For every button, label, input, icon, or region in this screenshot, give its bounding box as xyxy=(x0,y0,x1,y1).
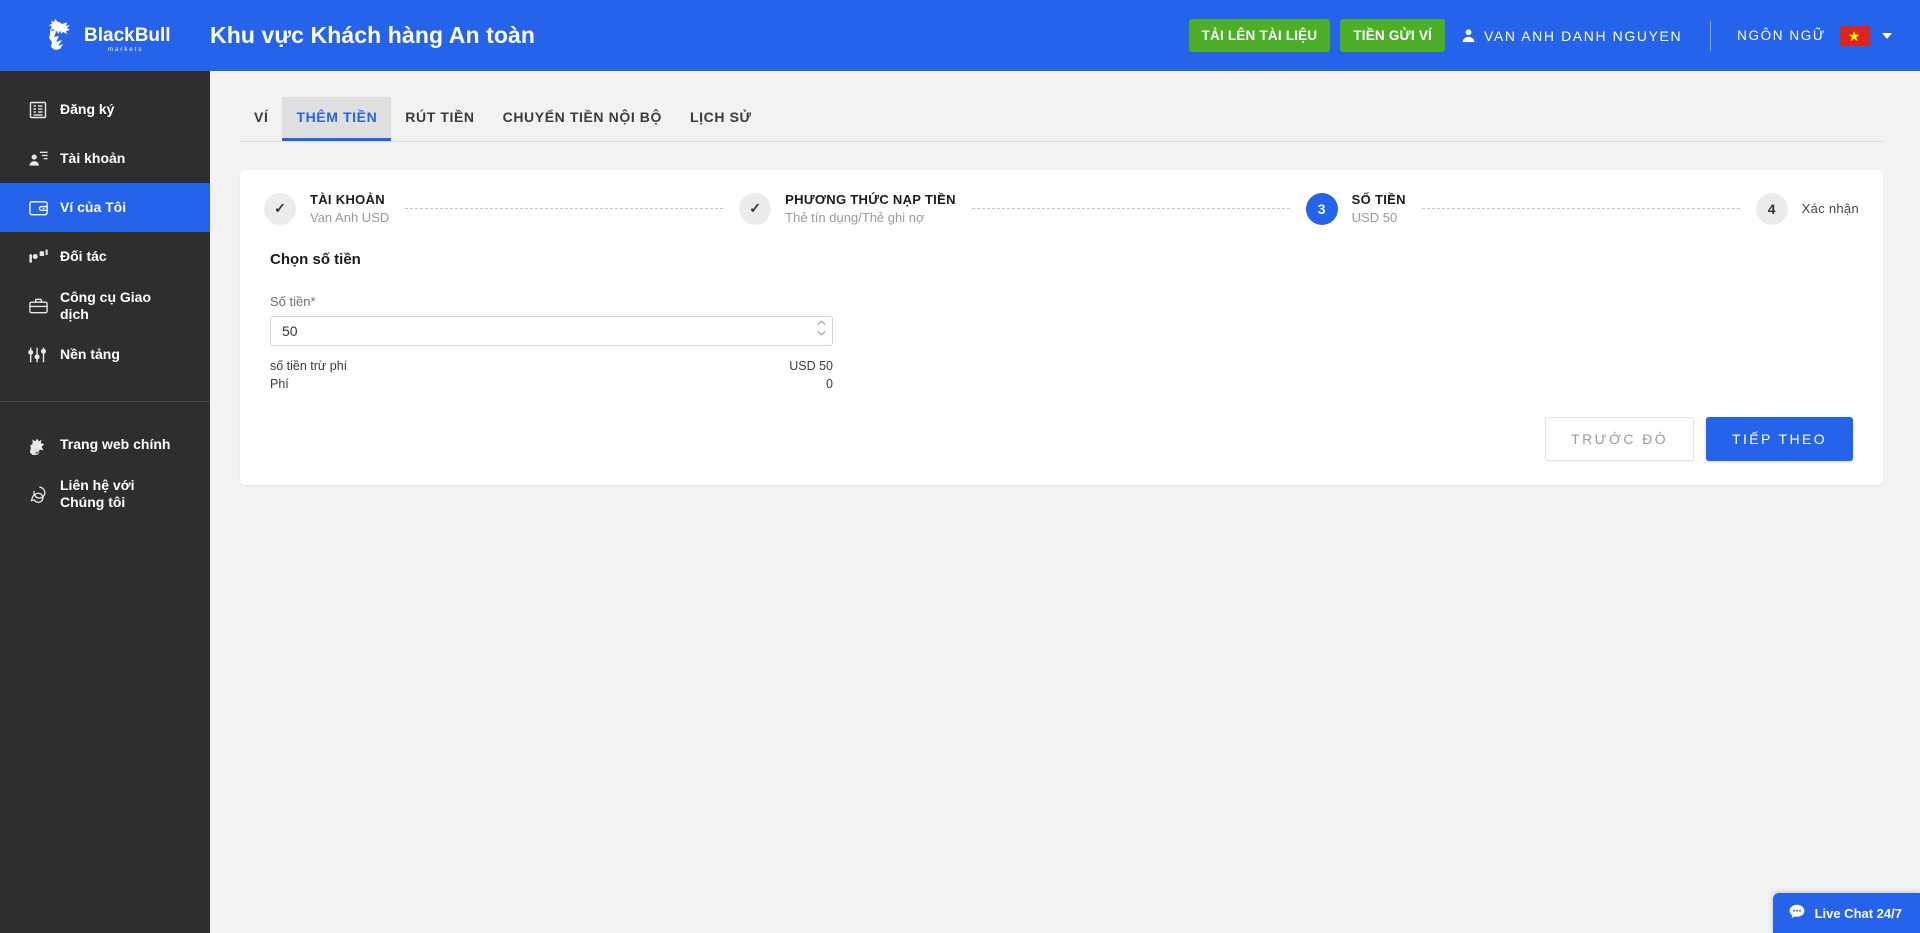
next-button[interactable]: TIẾP THEO xyxy=(1706,417,1853,461)
brand-logo[interactable]: BlackBull markets xyxy=(0,0,210,71)
upload-document-button[interactable]: TẢI LÊN TÀI LIỆU xyxy=(1188,19,1331,52)
chat-bubble-icon xyxy=(1789,904,1805,922)
tab-rut-tien[interactable]: RÚT TIỀN xyxy=(391,97,488,141)
wallet-icon xyxy=(16,198,60,218)
sidebar-item-nen-tang[interactable]: Nền tảng xyxy=(0,330,210,379)
step-marker: 4 xyxy=(1755,192,1788,225)
fee-row-label: Phí xyxy=(270,377,289,391)
step-marker: 3 xyxy=(1305,192,1338,225)
sidebar: Đăng ký Tài khoản Ví của Tôi Đối tác Côn… xyxy=(0,71,210,933)
header-actions: TẢI LÊN TÀI LIỆU TIỀN GỬI VÍ VAN ANH DAN… xyxy=(1188,0,1920,71)
tab-them-tien[interactable]: THÊM TIỀN xyxy=(282,97,392,141)
user-card-icon xyxy=(16,149,60,169)
sidebar-item-lien-he[interactable]: Liên hệ với Chúng tôi xyxy=(0,469,210,518)
fee-summary: số tiền trừ phí USD 50 Phí 0 xyxy=(270,357,833,393)
form-actions: TRƯỚC ĐÓ TIẾP THEO xyxy=(240,417,1883,461)
language-selector[interactable]: NGÔN NGỮ ★ xyxy=(1737,25,1892,46)
tab-chuyen-tien-noi-bo[interactable]: CHUYỂN TIỀN NỘI BỘ xyxy=(489,97,676,141)
sidebar-divider xyxy=(0,401,210,402)
fee-row-label: số tiền trừ phí xyxy=(270,359,348,373)
chevron-down-icon xyxy=(1882,32,1892,39)
live-chat-widget[interactable]: Live Chat 24/7 xyxy=(1772,893,1920,933)
fee-row-value: USD 50 xyxy=(789,359,833,373)
fee-row-value: 0 xyxy=(826,377,833,391)
main-content: VÍ THÊM TIỀN RÚT TIỀN CHUYỂN TIỀN NỘI BỘ… xyxy=(210,71,1920,933)
form-heading: Chọn số tiền xyxy=(270,251,361,268)
amount-field-label: Số tiền* xyxy=(270,294,316,309)
step-title: Xác nhận xyxy=(1801,201,1859,216)
chevron-up-icon xyxy=(817,320,826,326)
step-connector xyxy=(405,208,724,209)
amount-input[interactable] xyxy=(270,316,833,346)
fee-row: số tiền trừ phí USD 50 xyxy=(270,357,833,375)
sliders-icon xyxy=(16,345,60,365)
user-menu[interactable]: VAN ANH DANH NGUYEN xyxy=(1461,28,1682,44)
deposit-card: ✓ TÀI KHOẢN Van Anh USD ✓ PHƯƠNG THỨC NẠ… xyxy=(240,170,1883,485)
chevron-down-icon xyxy=(817,330,826,336)
step-3-so-tien[interactable]: 3 SỐ TIỀN USD 50 xyxy=(1305,192,1406,225)
step-title: PHƯƠNG THỨC NẠP TIỀN xyxy=(785,192,956,207)
amount-form: Chọn số tiền Số tiền* số tiền trừ phí US… xyxy=(240,251,1883,393)
step-marker: ✓ xyxy=(264,192,296,225)
step-subtitle: Van Anh USD xyxy=(310,210,390,225)
sidebar-item-doi-tac[interactable]: Đối tác xyxy=(0,232,210,281)
step-subtitle: USD 50 xyxy=(1351,210,1398,225)
language-label: NGÔN NGỮ xyxy=(1737,28,1826,43)
live-chat-label: Live Chat 24/7 xyxy=(1814,905,1902,921)
vietnam-flag-icon: ★ xyxy=(1840,25,1870,46)
person-icon xyxy=(1461,28,1476,43)
sidebar-item-label: Tài khoản xyxy=(60,150,126,166)
tab-lich-su[interactable]: LỊCH SỬ xyxy=(676,97,766,141)
sidebar-item-dang-ky[interactable]: Đăng ký xyxy=(0,85,210,134)
sidebar-item-tai-khoan[interactable]: Tài khoản xyxy=(0,134,210,183)
previous-button[interactable]: TRƯỚC ĐÓ xyxy=(1545,417,1694,461)
sidebar-item-cong-cu-giao-dich[interactable]: Công cụ Giao dịch xyxy=(0,281,210,330)
sidebar-item-label: Đối tác xyxy=(60,248,107,264)
svg-text:markets: markets xyxy=(108,47,143,53)
app-header: BlackBull markets Khu vực Khách hàng An … xyxy=(0,0,1920,71)
bull-icon xyxy=(16,435,60,455)
step-4-xac-nhan[interactable]: 4 Xác nhận xyxy=(1755,192,1859,225)
page-title: Khu vực Khách hàng An toàn xyxy=(210,22,536,48)
sidebar-item-label: Nền tảng xyxy=(60,346,120,362)
svg-text:BlackBull: BlackBull xyxy=(84,25,170,46)
step-1-tai-khoan[interactable]: ✓ TÀI KHOẢN Van Anh USD xyxy=(264,192,389,225)
fee-row: Phí 0 xyxy=(270,375,833,393)
wallet-tabs: VÍ THÊM TIỀN RÚT TIỀN CHUYỂN TIỀN NỘI BỘ… xyxy=(240,95,1883,142)
chat-bubbles-icon xyxy=(16,484,60,504)
step-connector xyxy=(971,208,1290,209)
sidebar-item-label: Trang web chính xyxy=(60,436,171,452)
header-divider xyxy=(1710,20,1712,51)
sidebar-item-label: Công cụ Giao dịch xyxy=(60,288,151,322)
briefcase-icon xyxy=(16,296,60,316)
tab-vi[interactable]: VÍ xyxy=(240,97,282,141)
sidebar-item-trang-web-chinh[interactable]: Trang web chính xyxy=(0,420,210,469)
step-title: TÀI KHOẢN xyxy=(310,192,385,207)
step-title: SỐ TIỀN xyxy=(1351,192,1406,207)
step-connector xyxy=(1421,208,1740,209)
deposit-stepper: ✓ TÀI KHOẢN Van Anh USD ✓ PHƯƠNG THỨC NẠ… xyxy=(240,192,1883,225)
sidebar-item-vi-cua-toi[interactable]: Ví của Tôi xyxy=(0,183,210,232)
sidebar-item-label: Ví của Tôi xyxy=(60,199,127,215)
sidebar-item-label: Liên hệ với Chúng tôi xyxy=(60,476,135,510)
sidebar-item-label: Đăng ký xyxy=(60,101,115,117)
document-list-icon xyxy=(16,100,60,120)
step-2-phuong-thuc[interactable]: ✓ PHƯƠNG THỨC NẠP TIỀN Thẻ tín dụng/Thẻ … xyxy=(739,192,956,225)
wallet-deposit-button[interactable]: TIỀN GỬI VÍ xyxy=(1340,19,1445,52)
step-marker: ✓ xyxy=(739,192,772,225)
blackbull-logo-icon: BlackBull markets xyxy=(49,18,170,53)
user-name-label: VAN ANH DANH NGUYEN xyxy=(1483,27,1683,44)
amount-stepper[interactable] xyxy=(816,319,827,337)
step-subtitle: Thẻ tín dụng/Thẻ ghi nợ xyxy=(785,210,925,225)
partners-icon xyxy=(16,247,60,267)
